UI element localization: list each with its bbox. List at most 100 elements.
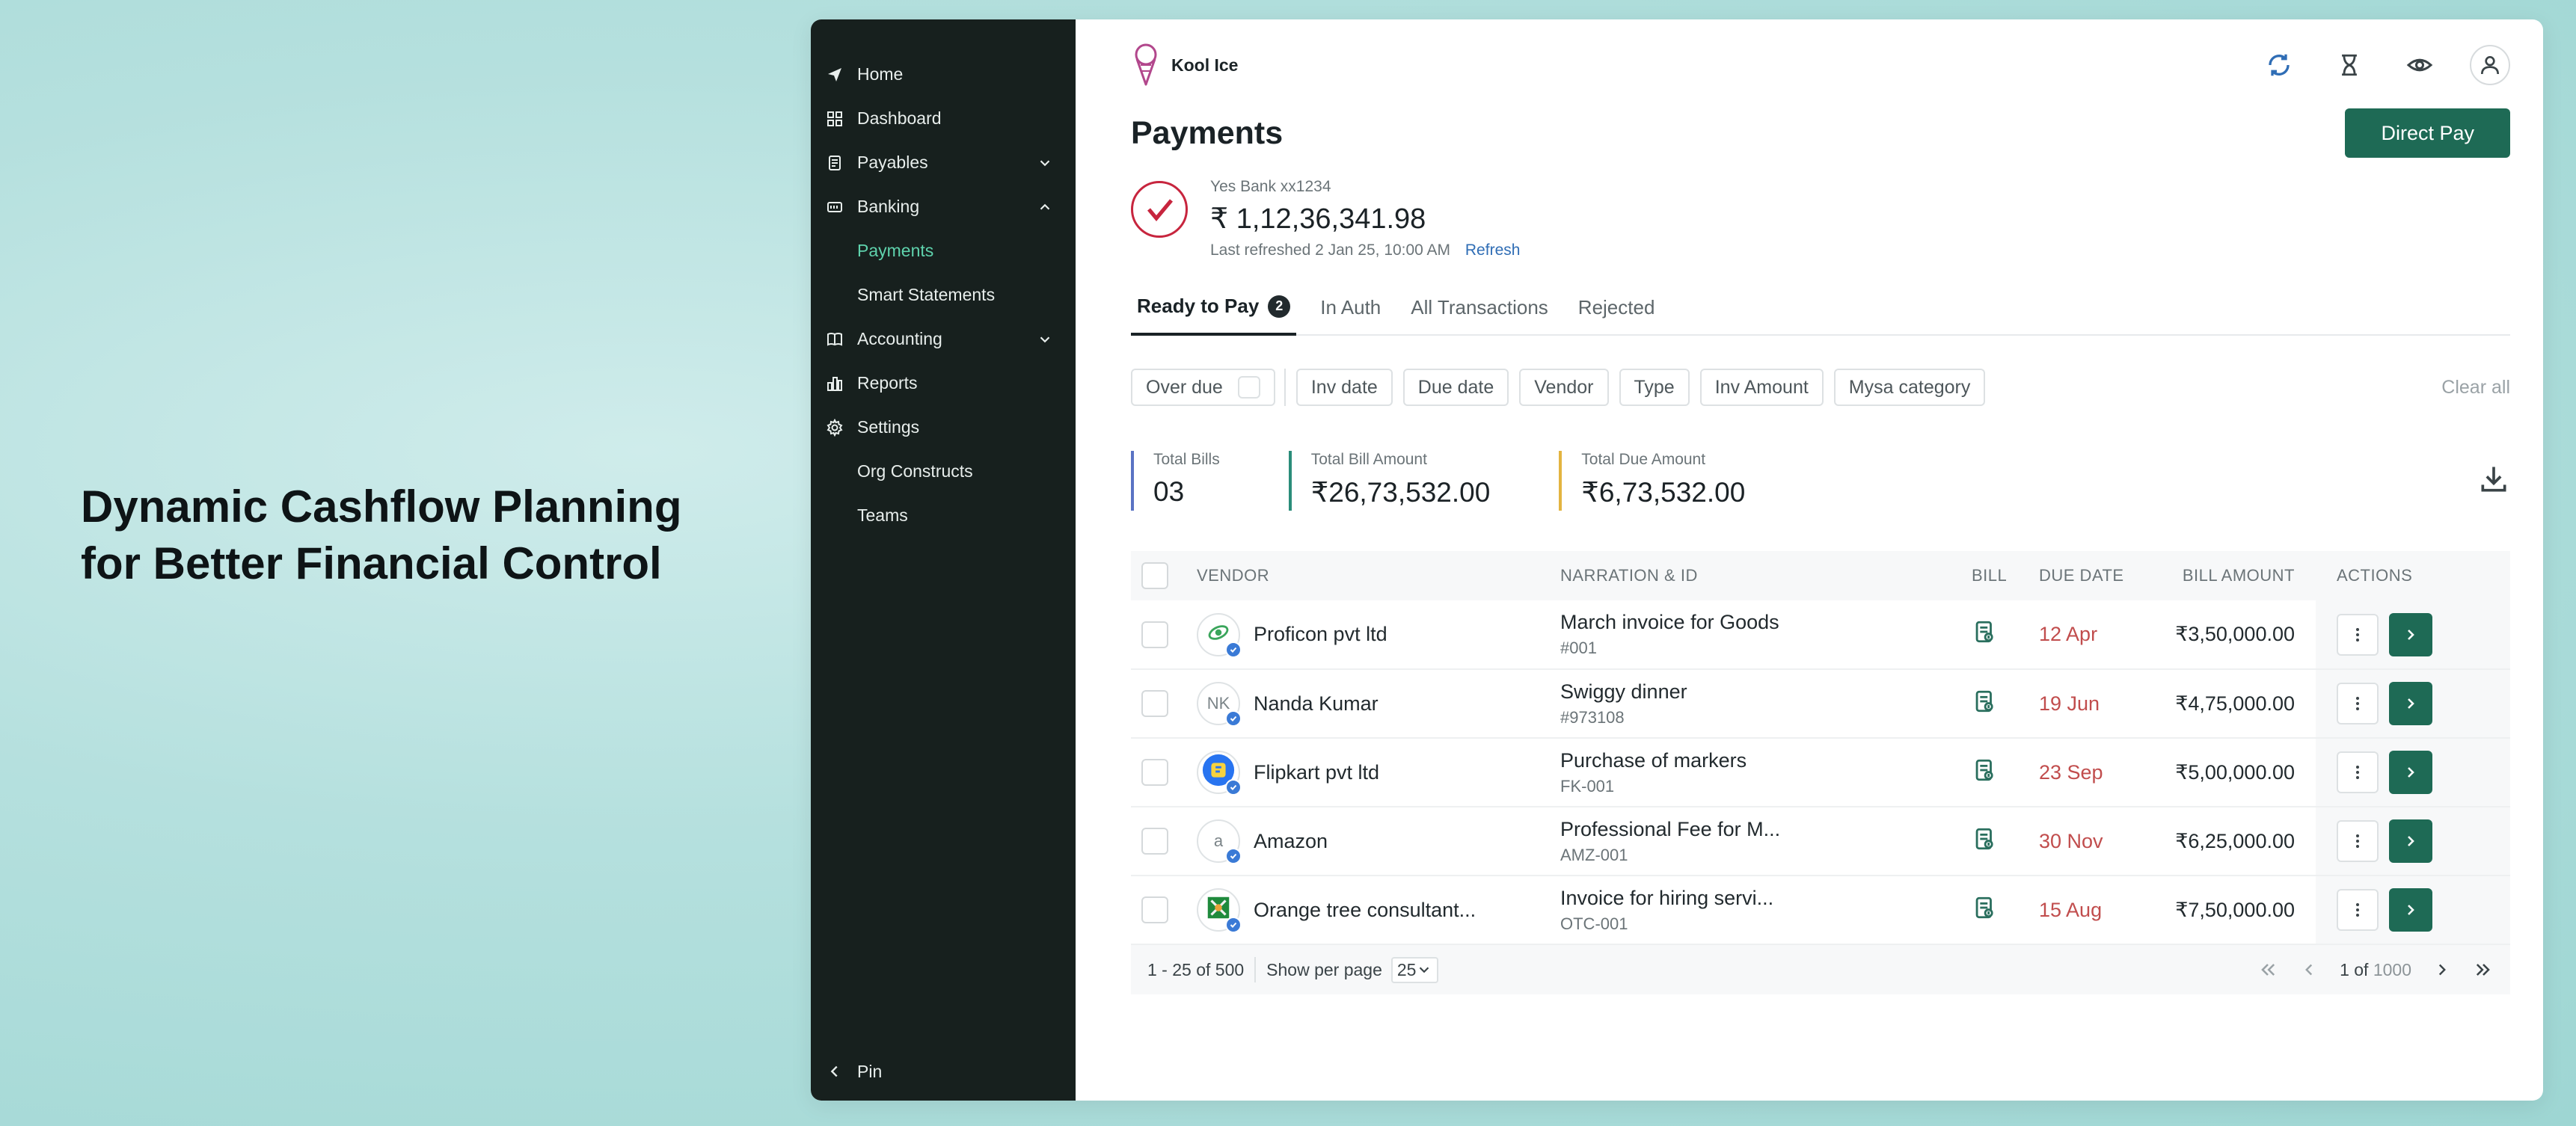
per-page-select[interactable]: 25 xyxy=(1390,956,1439,983)
marketing-headline: Dynamic Cashflow Planning for Better Fin… xyxy=(81,479,754,592)
narration-id: #001 xyxy=(1560,639,1597,657)
actions-cell xyxy=(2316,876,2510,944)
bill-document-icon[interactable] xyxy=(1972,690,1997,719)
row-checkbox[interactable] xyxy=(1141,896,1168,923)
filter-vendor[interactable]: Vendor xyxy=(1519,369,1609,406)
bill-document-icon[interactable] xyxy=(1972,896,1997,925)
row-checkbox[interactable] xyxy=(1141,828,1168,855)
next-page-icon[interactable] xyxy=(2432,960,2452,979)
ice-cream-logo-icon xyxy=(1135,43,1157,86)
bank-balance: ₹ 1,12,36,341.98 xyxy=(1210,203,1426,235)
chevron-down-icon xyxy=(1420,967,1429,973)
narration-title: Invoice for hiring servi... xyxy=(1560,886,1774,909)
filter-mysa-category[interactable]: Mysa category xyxy=(1833,369,1986,406)
bank-last-refreshed: Last refreshed 2 Jan 25, 10:00 AM Refres… xyxy=(1210,241,1520,259)
first-page-icon[interactable] xyxy=(2257,959,2278,980)
stat-value: 03 xyxy=(1153,476,1185,507)
more-actions-button[interactable] xyxy=(2337,613,2379,656)
bill-document-icon[interactable] xyxy=(1972,759,1997,787)
actions-cell xyxy=(2316,807,2510,876)
chevron-down-icon xyxy=(1040,159,1050,166)
sidebar-item-dashboard[interactable]: Dashboard xyxy=(811,96,1076,141)
preview-button[interactable] xyxy=(2399,45,2440,85)
bank-icon xyxy=(824,197,845,218)
summary-stats: Total Bills 03 Total Bill Amount ₹26,73,… xyxy=(1131,451,2510,511)
select-all-checkbox[interactable] xyxy=(1141,562,1168,589)
header-due-date: DUE DATE xyxy=(2039,566,2124,585)
more-vertical-icon xyxy=(2356,834,2359,848)
book-icon xyxy=(824,329,845,350)
filter-due-date[interactable]: Due date xyxy=(1402,369,1509,406)
row-checkbox[interactable] xyxy=(1141,621,1168,648)
pay-bill-button[interactable] xyxy=(2389,888,2432,932)
narration-cell: Purchase of markers FK-001 xyxy=(1560,738,1972,807)
sidebar-item-payables[interactable]: Payables xyxy=(811,141,1076,185)
last-page-icon[interactable] xyxy=(2473,959,2494,980)
more-actions-button[interactable] xyxy=(2337,751,2379,793)
row-checkbox[interactable] xyxy=(1141,690,1168,717)
table-row[interactable]: Orange tree consultant... Invoice for hir… xyxy=(1131,876,2510,944)
overdue-toggle[interactable] xyxy=(1237,376,1260,399)
tab-in-auth[interactable]: In Auth xyxy=(1314,296,1387,334)
stat-label: Total Due Amount xyxy=(1581,451,1706,468)
direct-pay-button[interactable]: Direct Pay xyxy=(2345,108,2510,158)
grid-icon xyxy=(824,108,845,129)
sidebar-item-teams[interactable]: Teams xyxy=(811,493,1076,538)
bill-document-icon[interactable] xyxy=(1972,828,1997,856)
pay-bill-button[interactable] xyxy=(2389,751,2432,794)
more-actions-button[interactable] xyxy=(2337,820,2379,862)
sidebar-item-settings[interactable]: Settings xyxy=(811,405,1076,449)
bill-amount-cell: ₹5,00,000.00 xyxy=(2175,760,2295,784)
sidebar-item-payments[interactable]: Payments xyxy=(811,229,1076,273)
filter-overdue[interactable]: Over due xyxy=(1131,369,1275,406)
vendor-name[interactable]: Amazon xyxy=(1254,830,1328,853)
user-menu-button[interactable] xyxy=(2470,45,2510,85)
vendor-name[interactable]: Nanda Kumar xyxy=(1254,692,1379,716)
refresh-link[interactable]: Refresh xyxy=(1465,241,1521,259)
sidebar-item-smart-statements[interactable]: Smart Statements xyxy=(811,273,1076,317)
chevron-right-icon xyxy=(2408,698,2414,709)
previous-page-icon[interactable] xyxy=(2299,960,2319,979)
verified-icon xyxy=(1225,779,1242,796)
last-refreshed-text: Last refreshed 2 Jan 25, 10:00 AM xyxy=(1210,241,1451,259)
filter-inv-amount[interactable]: Inv Amount xyxy=(1699,369,1824,406)
sync-button[interactable] xyxy=(2259,45,2299,85)
table-row[interactable]: a Amazon Professional Fee for M... AMZ-001 3… xyxy=(1131,807,2510,876)
filter-type[interactable]: Type xyxy=(1619,369,1690,406)
actions-cell xyxy=(2316,669,2510,738)
sidebar-item-reports[interactable]: Reports xyxy=(811,361,1076,405)
pay-bill-button[interactable] xyxy=(2389,682,2432,725)
history-button[interactable] xyxy=(2329,45,2370,85)
sidebar-item-home[interactable]: Home xyxy=(811,52,1076,96)
pay-bill-button[interactable] xyxy=(2389,819,2432,863)
vendor-name[interactable]: Flipkart pvt ltd xyxy=(1254,761,1379,784)
header-bill-amount: BILL AMOUNT xyxy=(2182,566,2295,585)
payment-tabs: Ready to Pay 2 In Auth All Transactions … xyxy=(1131,268,2510,336)
pin-button[interactable]: Pin xyxy=(824,1053,882,1090)
sidebar-item-accounting[interactable]: Accounting xyxy=(811,317,1076,361)
row-checkbox[interactable] xyxy=(1141,759,1168,786)
vendor-name[interactable]: Proficon pvt ltd xyxy=(1254,623,1387,646)
vendor-name[interactable]: Orange tree consultant... xyxy=(1254,899,1476,922)
tab-ready-to-pay[interactable]: Ready to Pay 2 xyxy=(1131,295,1297,336)
download-button[interactable] xyxy=(2477,463,2510,496)
bill-document-icon[interactable] xyxy=(1972,621,1997,649)
tab-all-transactions[interactable]: All Transactions xyxy=(1405,296,1554,334)
page-navigation: 1 of 1000 xyxy=(2257,959,2494,980)
tab-rejected[interactable]: Rejected xyxy=(1572,296,1661,334)
header-narration: NARRATION & ID xyxy=(1560,566,1698,585)
pay-bill-button[interactable] xyxy=(2389,612,2432,656)
sidebar-item-org-constructs[interactable]: Org Constructs xyxy=(811,449,1076,493)
more-actions-button[interactable] xyxy=(2337,889,2379,931)
sidebar-item-banking[interactable]: Banking xyxy=(811,185,1076,229)
clear-all-filters-link[interactable]: Clear all xyxy=(2441,377,2510,399)
table-row[interactable]: NK Nanda Kumar Swiggy dinner #973108 19 Jun ₹… xyxy=(1131,669,2510,738)
sidebar-item-label: Reports xyxy=(857,373,918,393)
filter-inv-date[interactable]: Inv date xyxy=(1295,369,1393,406)
topbar-actions xyxy=(2259,45,2510,85)
narration-cell: March invoice for Goods #001 xyxy=(1560,600,1972,669)
more-actions-button[interactable] xyxy=(2337,683,2379,724)
bill-cell xyxy=(1972,600,2039,669)
table-row[interactable]: Flipkart pvt ltd Purchase of markers FK-00… xyxy=(1131,738,2510,807)
table-row[interactable]: Proficon pvt ltd March invoice for Goods #… xyxy=(1131,600,2510,669)
